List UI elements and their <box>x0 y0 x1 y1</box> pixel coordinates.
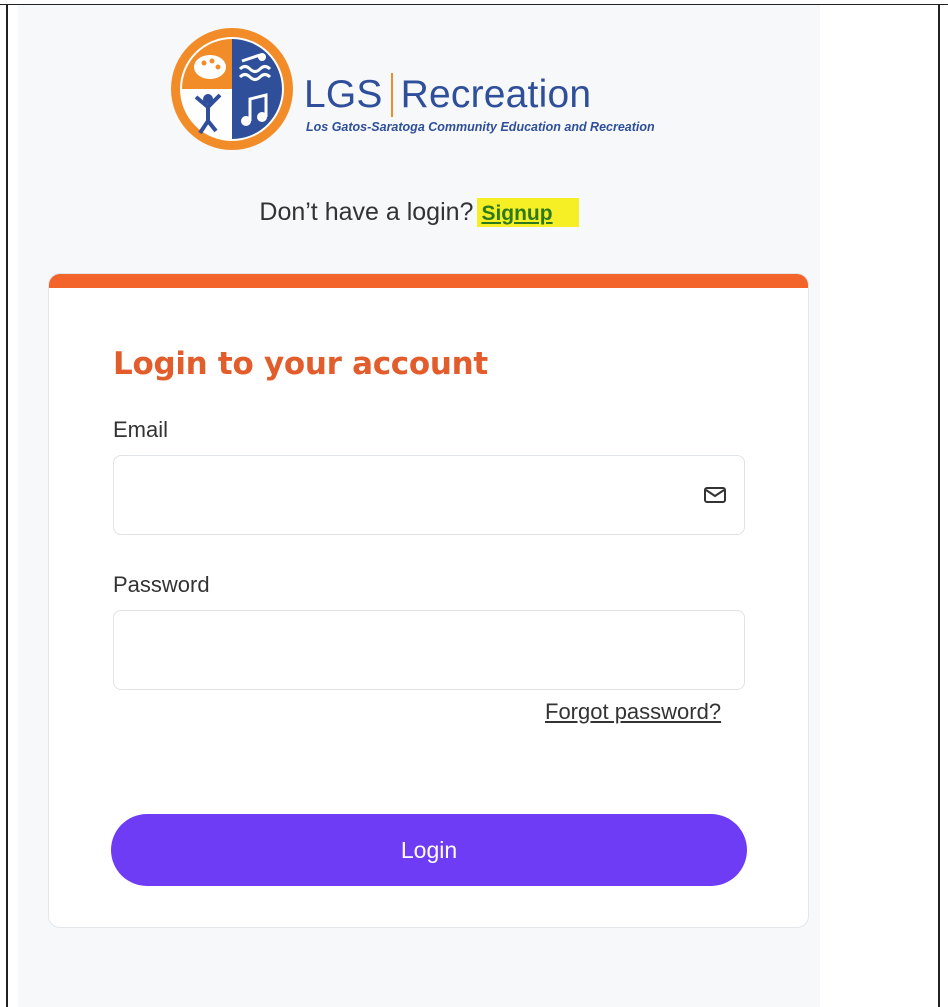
brand-title: LGS Recreation <box>304 67 591 123</box>
or-divider-text: or <box>423 1001 443 1007</box>
login-button[interactable]: Login <box>111 814 747 886</box>
logo-emblem-icon <box>171 28 293 150</box>
signup-prompt-line: Don’t have a login? Signup <box>18 198 820 227</box>
brand-tagline: Los Gatos-Saratoga Community Education a… <box>306 120 655 134</box>
password-label: Password <box>113 572 210 597</box>
card-accent-bar <box>49 274 808 288</box>
brand-name-long: Recreation <box>400 73 592 116</box>
brand-name-short: LGS <box>304 73 383 116</box>
login-card: Login to your account Email Password For… <box>48 273 809 928</box>
signup-highlight: Signup <box>477 198 579 227</box>
browser-frame: LGS Recreation Los Gatos-Saratoga Commun… <box>0 0 948 1007</box>
signup-link[interactable]: Signup <box>481 202 552 225</box>
envelope-icon <box>704 487 726 503</box>
frame-border-right <box>938 4 940 1007</box>
email-field[interactable] <box>113 455 745 535</box>
password-field[interactable] <box>113 610 745 690</box>
frame-border-left <box>6 4 8 1007</box>
login-card-title: Login to your account <box>113 346 488 382</box>
forgot-password-link[interactable]: Forgot password? <box>545 699 721 725</box>
brand-divider <box>390 73 393 117</box>
login-page: LGS Recreation Los Gatos-Saratoga Commun… <box>18 5 820 1007</box>
email-label: Email <box>113 417 169 442</box>
brand-logo: LGS Recreation Los Gatos-Saratoga Commun… <box>168 25 708 155</box>
signup-prompt: Don’t have a login? <box>259 198 474 226</box>
